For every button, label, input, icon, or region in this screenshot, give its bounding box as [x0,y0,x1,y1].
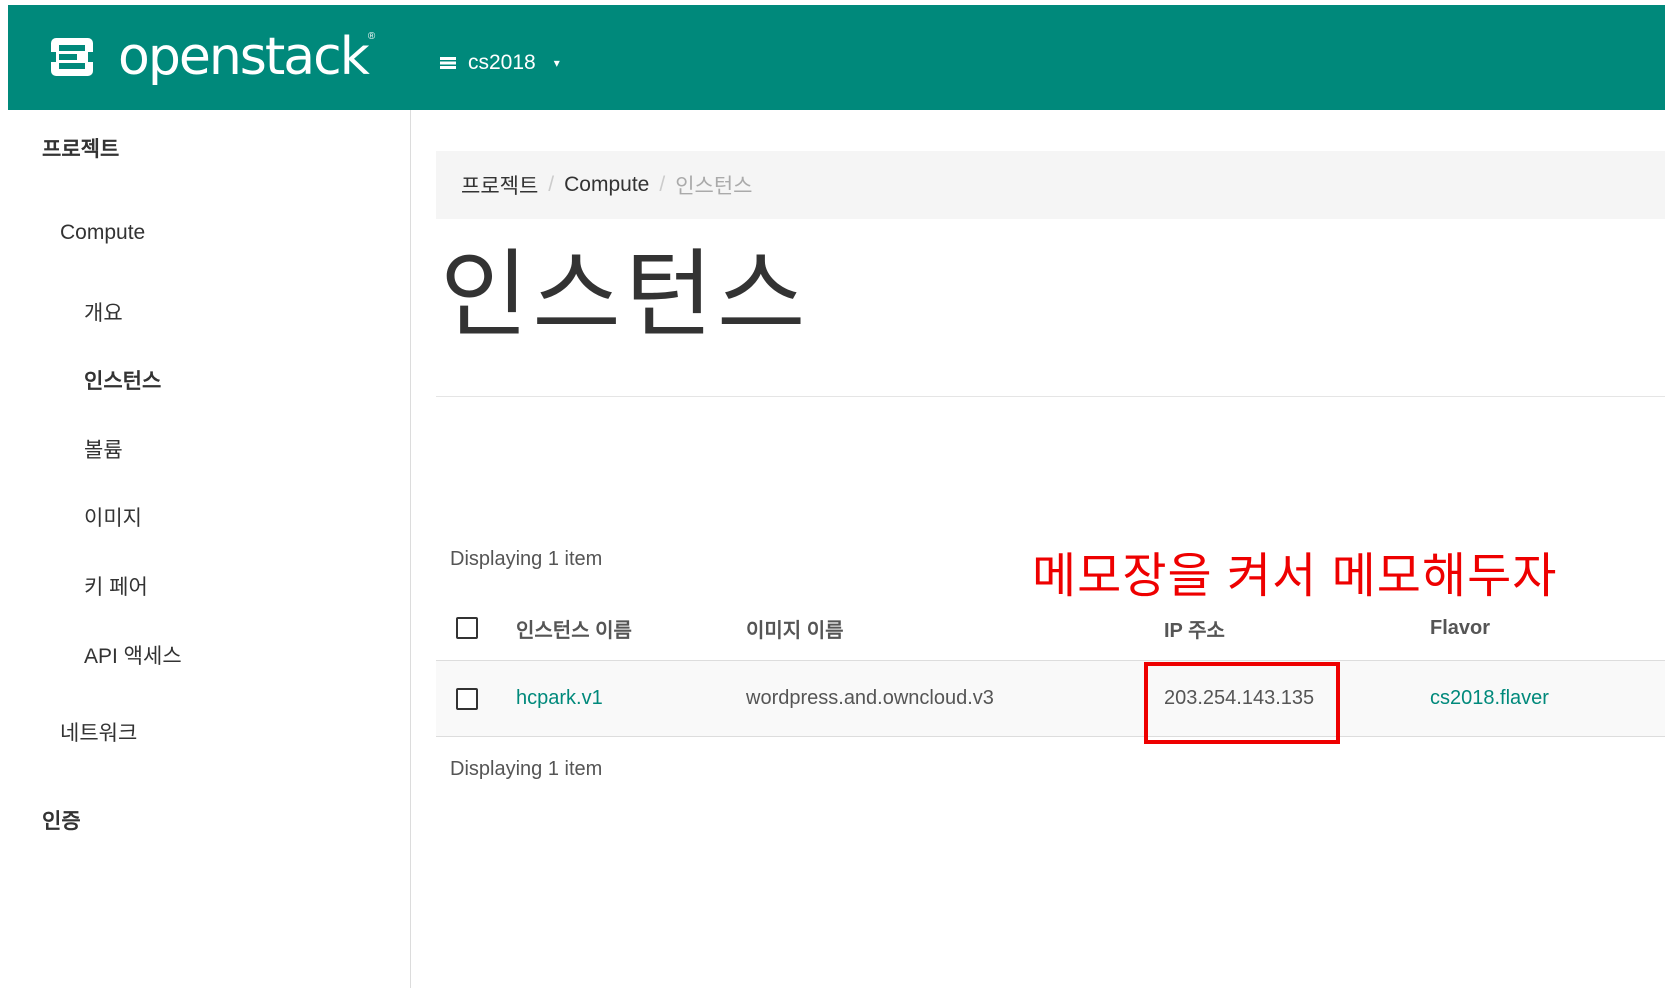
title-divider [436,396,1665,397]
item-count-top: Displaying 1 item [450,548,603,570]
sidebar-item-volumes[interactable]: 볼륨 [84,434,123,464]
sidebar-item-instances[interactable]: 인스턴스 [84,365,161,395]
item-count-bottom: Displaying 1 item [450,758,603,780]
row-checkbox[interactable] [456,687,478,710]
sidebar-item-identity[interactable]: 인증 [42,805,81,835]
breadcrumb-compute[interactable]: Compute [564,173,649,197]
sidebar-item-api-access[interactable]: API 액세스 [84,640,182,670]
breadcrumb-current: 인스턴스 [675,175,753,198]
breadcrumb-separator: / [659,173,666,196]
sidebar: 프로젝트 Compute 개요 인스턴스 볼륨 이미지 키 페어 API 액세스… [0,110,411,988]
select-all-checkbox[interactable] [456,617,478,639]
instance-name-link[interactable]: hcpark.v1 [516,687,603,710]
sidebar-item-keypairs[interactable]: 키 페어 [84,571,148,601]
instance-image: wordpress.and.owncloud.v3 [746,687,994,709]
breadcrumb: 프로젝트 / Compute / 인스턴스 [436,151,1665,219]
sidebar-item-project[interactable]: 프로젝트 [42,133,119,163]
registered-mark: ® [367,31,376,42]
brand-name: openstack [118,27,370,87]
breadcrumb-project[interactable]: 프로젝트 [461,170,538,200]
instance-ip: 203.254.143.135 [1164,687,1315,709]
column-header-image[interactable]: 이미지 이름 [746,596,844,660]
instance-flavor-link[interactable]: cs2018.flaver [1430,687,1549,710]
sidebar-item-compute[interactable]: Compute [60,221,145,245]
breadcrumb-separator: / [548,173,555,196]
table-row: hcpark.v1 wordpress.and.owncloud.v3 203.… [436,661,1665,737]
caret-down-icon: ▾ [553,56,560,70]
column-header-ip[interactable]: IP 주소 [1164,596,1225,660]
top-navbar: openstack ® cs2018 ▾ [8,5,1665,110]
column-header-name[interactable]: 인스턴스 이름 [516,596,632,660]
list-icon [440,57,456,69]
table-header: 인스턴스 이름 이미지 이름 IP 주소 Flavor [436,596,1665,662]
sidebar-item-overview[interactable]: 개요 [84,297,123,327]
sidebar-item-network[interactable]: 네트워크 [60,717,137,747]
project-switcher[interactable]: cs2018 ▾ [440,48,560,78]
page-title: 인스턴스 [440,242,810,349]
sidebar-item-images[interactable]: 이미지 [84,502,142,532]
project-name: cs2018 [468,51,536,74]
openstack-logo[interactable]: openstack ® [50,27,375,87]
column-header-flavor[interactable]: Flavor [1430,596,1490,660]
openstack-logo-icon [50,38,94,76]
